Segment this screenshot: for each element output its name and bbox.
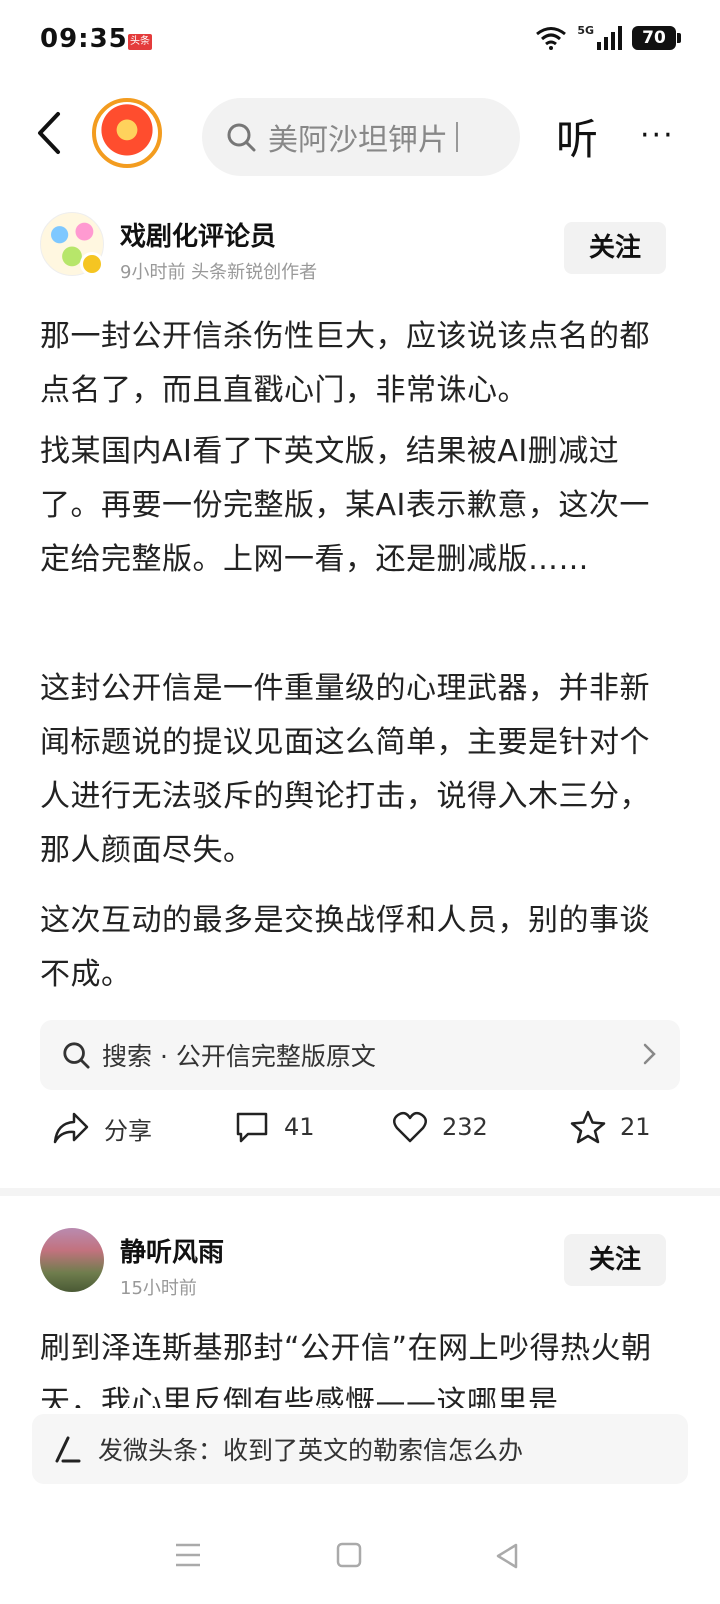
follow-button[interactable]: 关注 [564,1234,666,1286]
section-divider [0,1188,720,1196]
post-paragraph: 这封公开信是一件重量级的心理武器，并非新闻标题说的提议见面这么简单，主要是针对个… [40,671,650,868]
back-triangle-icon[interactable] [494,1542,520,1570]
search-icon [227,123,256,152]
heart-icon [393,1111,427,1143]
comment-button[interactable]: 41 [234,1110,315,1144]
text-cursor [456,122,458,152]
system-navigation-bar [0,1530,720,1590]
publish-input[interactable]: 发微头条：收到了英文的勒索信怎么办 [32,1414,688,1484]
wifi-icon [536,27,567,50]
toutiao-notification-icon: 头条 [128,34,152,50]
action-bar: 分享 41 232 21 [0,1110,720,1168]
search-bar[interactable]: 美阿沙坦钾片 [202,98,520,176]
comment-count: 41 [284,1113,315,1141]
status-icons: 5G 70 [535,23,681,50]
author-name[interactable]: 静听风雨 [120,1232,224,1269]
author-avatar[interactable] [40,1228,104,1292]
comment-icon [236,1112,268,1143]
publish-placeholder: 发微头条：收到了英文的勒索信怎么办 [98,1436,524,1465]
more-options-button[interactable]: ··· [640,118,675,153]
pen-icon [55,1436,81,1463]
share-icon [53,1112,89,1144]
menu-icon[interactable] [174,1542,202,1568]
network-type-label: 5G [577,23,594,37]
post-meta: 15小时前 [120,1278,197,1299]
chevron-right-icon [643,1043,656,1065]
post-paragraph: 这次互动的最多是交换战俘和人员，别的事谈不成。 [40,903,650,992]
search-placeholder: 美阿沙坦钾片 [268,123,448,158]
back-arrow-icon[interactable] [30,108,70,158]
post-paragraph: 那一封公开信杀伤性巨大，应该说该点名的都点名了，而且直戳心门，非常诛心。 [40,319,650,408]
post-meta: 9小时前 头条新锐创作者 [120,262,318,283]
status-time: 09:35 [40,24,128,54]
channel-logo[interactable] [92,98,162,168]
author-name[interactable]: 戏剧化评论员 [120,216,276,253]
star-icon [570,1110,606,1144]
home-icon[interactable] [336,1542,362,1568]
favorite-count: 21 [620,1113,651,1141]
search-icon [63,1042,90,1069]
related-search-label: 搜索 · 公开信完整版原文 [102,1042,376,1071]
top-navigation: 美阿沙坦钾片 听 ··· [0,90,720,176]
post-paragraph: 刷到泽连斯基那封“公开信”在网上吵得热火朝天，我心里反倒有些感慨——这哪里是 [40,1331,652,1408]
share-button[interactable]: 分享 [52,1110,152,1146]
verified-badge-icon [80,252,104,276]
follow-button[interactable]: 关注 [564,222,666,274]
related-search-link[interactable]: 搜索 · 公开信完整版原文 [40,1020,680,1090]
status-bar: 09:35 头条 5G 70 [0,0,720,80]
like-count: 232 [442,1113,488,1141]
post-paragraph: 找某国内AI看了下英文版，结果被AI删减过了。再要一份完整版，某AI表示歉意，这… [40,434,650,577]
battery-icon: 70 [632,26,681,50]
signal-icon [597,26,622,50]
listen-button[interactable]: 听 [556,106,598,167]
like-button[interactable]: 232 [392,1110,488,1144]
favorite-button[interactable]: 21 [570,1110,651,1144]
share-label: 分享 [104,1116,152,1145]
